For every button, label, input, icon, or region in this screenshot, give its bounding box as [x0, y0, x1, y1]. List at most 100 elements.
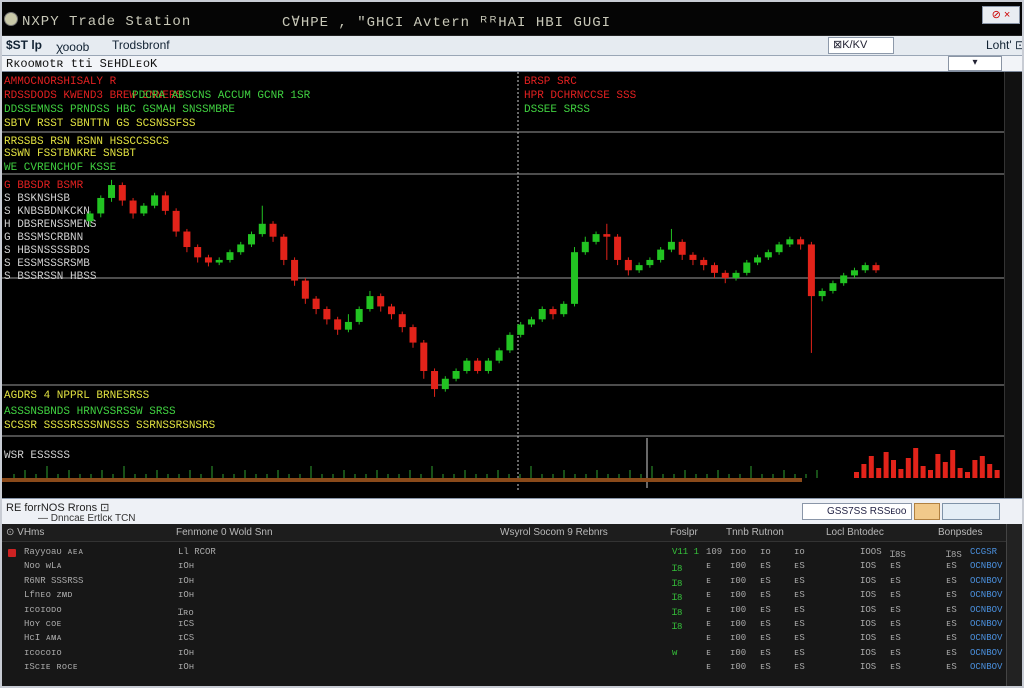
price-chart[interactable]: AMMOCNORSHISALY R RDSSDODS KWEND3 BREW EN…: [2, 72, 1004, 498]
volume-spike: [854, 472, 859, 478]
candle-body: [603, 234, 611, 237]
candle-body: [377, 296, 385, 307]
row-cell-c8: IOOS: [860, 547, 882, 557]
row-cell-c7: ᴇS: [760, 575, 771, 586]
candle-body: [678, 241, 686, 255]
price-label: S HBSNSSSSBDS: [4, 245, 90, 257]
col-header-order[interactable]: Fenmone 0 Wold Snn: [176, 527, 273, 538]
candle-body: [420, 342, 428, 372]
row-cell-c8: IOS: [860, 662, 877, 673]
candle-body: [323, 309, 331, 320]
row-cell-c7: ᴇS: [794, 561, 805, 572]
candle-body: [721, 272, 729, 279]
table-row[interactable]: Noo ᴡLᴀ ɪOʜ Ɪ8 ᴇ ɪ00 ᴇS ᴇS IOS ᴇS ᴇS OCNBOV: [2, 560, 1006, 574]
table-header-row: ⊙ VHms Fenmone 0 Wold Snn Wsyrol Socom 9…: [2, 524, 1006, 542]
orders-panel-subtitle: — Dnncaᴇ Ertlcᴋ TCN: [38, 513, 136, 524]
row-cell-c7: ᴇS: [760, 647, 771, 658]
candle-body: [474, 360, 482, 372]
row-cell-c10: OCNBOV: [970, 561, 1003, 572]
row-name: Hᴏʏ ᴄᴏᴇ: [24, 619, 62, 629]
table-row[interactable]: ɪᴄᴏᴄᴏɪᴏ ɪOʜ ᴡ ᴇ ɪ00 ᴇS ᴇS IOS ᴇS ᴇS OCNBOV: [2, 647, 1006, 661]
candle-body: [366, 296, 374, 310]
candle-body: [334, 319, 342, 330]
legend-line: AMMOCNORSHISALY R: [4, 76, 117, 88]
table-row[interactable]: Lfnᴇᴏ ᴢᴍᴅ ɪOʜ Ɪ8 ᴇ ɪ00 ᴇS ᴇS IOS ᴇS ᴇS OCNBOV: [2, 589, 1006, 603]
col-header-symbol[interactable]: Wsyrol Socom 9 Rebnrs: [500, 527, 608, 538]
table-row[interactable]: HᴄI ᴀᴍᴀ ɪCS ᴇ ɪ00 ᴇS ᴇS IOS ᴇS ᴇS OCNBOV: [2, 632, 1006, 646]
col-header-deposits[interactable]: Bonpsdes: [938, 527, 982, 538]
close-button[interactable]: ⊘ ×: [982, 6, 1020, 24]
table-row[interactable]: ɪcᴏɪᴏᴅᴏ Ɪʀᴏ Ɪ8 ᴇ ɪ00 ᴇS ᴇS IOS ᴇS ᴇS OCNBOV: [2, 604, 1006, 618]
volume-spike: [920, 466, 926, 478]
row-cell-c9: ᴇS: [946, 647, 957, 658]
row-cell-c10: OCNBOV: [970, 575, 1003, 586]
row-cell-c7: ᴇS: [760, 590, 771, 601]
candle-body: [387, 306, 395, 315]
row-cell-c4: ᴡ: [672, 647, 678, 658]
menu-item-tradebook[interactable]: Trodsbronf: [112, 38, 170, 52]
row-cell-c10: OCNBOV: [970, 590, 1003, 601]
candle-body: [743, 262, 751, 273]
col-header-balance[interactable]: Locl Bntodec: [826, 527, 884, 538]
candle-body: [312, 298, 320, 310]
col-header-position[interactable]: Foslpr: [670, 527, 698, 538]
candle-body: [646, 259, 654, 266]
row-cell-c2: ɪOʜ: [178, 590, 195, 601]
table-row[interactable]: ɪSᴄɪᴇ ʀᴏᴄᴇ ɪOʜ ᴇ ɪ00 ᴇS ᴇS IOS ᴇS ᴇS OCNBOV: [2, 661, 1006, 675]
row-cell-c6: ɪ00: [730, 561, 747, 572]
candle-body: [807, 244, 815, 297]
row-cell-c10: OCNBOV: [970, 619, 1003, 629]
candle-body: [301, 280, 309, 299]
row-cell-c8: IOS: [860, 647, 877, 658]
candle-body: [732, 272, 740, 279]
app-window: NXPY Trade Station C∀HPE , "GHCI Avtern …: [0, 0, 1024, 688]
wave-chart-icon[interactable]: [942, 503, 1000, 520]
candle-body: [797, 239, 805, 245]
table-scrollbar[interactable]: [1006, 524, 1022, 686]
table-row[interactable]: Hᴏʏ ᴄᴏᴇ ɪCS Ɪ8 ᴇ ɪ00 ᴇS ᴇS IOS ᴇS ᴇS OCNBOV: [2, 618, 1006, 632]
chart-tools-field[interactable]: ⊠K/KV: [828, 37, 894, 54]
row-cell-c7: ᴇS: [794, 633, 805, 644]
candle-body: [355, 309, 363, 322]
row-name: ɪcᴏɪᴏᴅᴏ: [24, 604, 62, 615]
row-name: ɪSᴄɪᴇ ʀᴏᴄᴇ: [24, 662, 79, 673]
legend-line: SBTV RSST SBNTTN GS SCSNSSFSS: [4, 118, 196, 130]
search-go-button[interactable]: [914, 503, 940, 520]
order-search-input[interactable]: GSS7SS RSSᴇᴏᴏ: [802, 503, 912, 520]
row-cell-c6: ɪ00: [730, 604, 747, 615]
candlestick-chart[interactable]: AMMOCNORSHISALY RRDSSDODS KWEND3 BREW EN…: [2, 72, 1004, 498]
candle-body: [614, 236, 622, 260]
legend-line: SSWN FSSTBNKRE SNSBT: [4, 148, 136, 160]
row-cell-c7: ɪᴏ: [794, 547, 805, 557]
symbol-label[interactable]: $ST lp: [6, 38, 42, 52]
row-name: ɪᴄᴏᴄᴏɪᴏ: [24, 647, 62, 658]
layout-label[interactable]: Loht' ⊡: [986, 38, 1022, 52]
legend-line: DSSEE SRSS: [524, 104, 590, 116]
row-cell-c7: ᴇS: [794, 662, 805, 673]
row-cell-c7: ɪᴏ: [760, 547, 771, 557]
candle-body: [161, 195, 169, 211]
candle-body: [484, 360, 492, 372]
legend-line: ASSSNSBNDS HRNVSSRSSW SRSS: [4, 406, 176, 418]
candle-body: [452, 371, 460, 379]
candle-body: [226, 252, 234, 260]
row-cell-c9: ᴇS: [890, 575, 901, 586]
row-cell-c9: ᴇS: [946, 619, 957, 629]
table-row[interactable]: R6NR SSSRSS ɪOʜ Ɪ8 ᴇ ɪ00 ᴇS ᴇS IOS ᴇS ᴇS OCNBOV: [2, 575, 1006, 589]
candle-body: [118, 185, 126, 201]
row-cell-c7: ᴇS: [760, 619, 771, 629]
candle-body: [431, 371, 439, 390]
row-cell-c4: V11 1: [672, 547, 700, 557]
row-cell-c9: Ɪ8S: [946, 550, 962, 560]
row-cell-c9: ᴇS: [890, 561, 901, 572]
price-axis-strip[interactable]: [1004, 72, 1022, 498]
col-header-name[interactable]: ⊙ VHms: [6, 527, 44, 538]
menu-item-view[interactable]: ꭓooob: [56, 38, 89, 55]
table-row[interactable]: Rayyᴏaᴜ ᴀᴇᴀ Ll RCOR V11 1 109 ɪᴏᴏ ɪᴏ ɪᴏ IOOS Ɪ8S…: [2, 546, 1006, 560]
candle-body: [258, 223, 266, 235]
timeframe-dropdown[interactable]: ▾: [948, 56, 1002, 71]
candle-body: [248, 234, 256, 245]
app-logo-icon: [4, 12, 18, 26]
col-header-return[interactable]: Tnnb Rutnon: [726, 527, 784, 538]
row-cell-c6: ɪ00: [730, 590, 747, 601]
